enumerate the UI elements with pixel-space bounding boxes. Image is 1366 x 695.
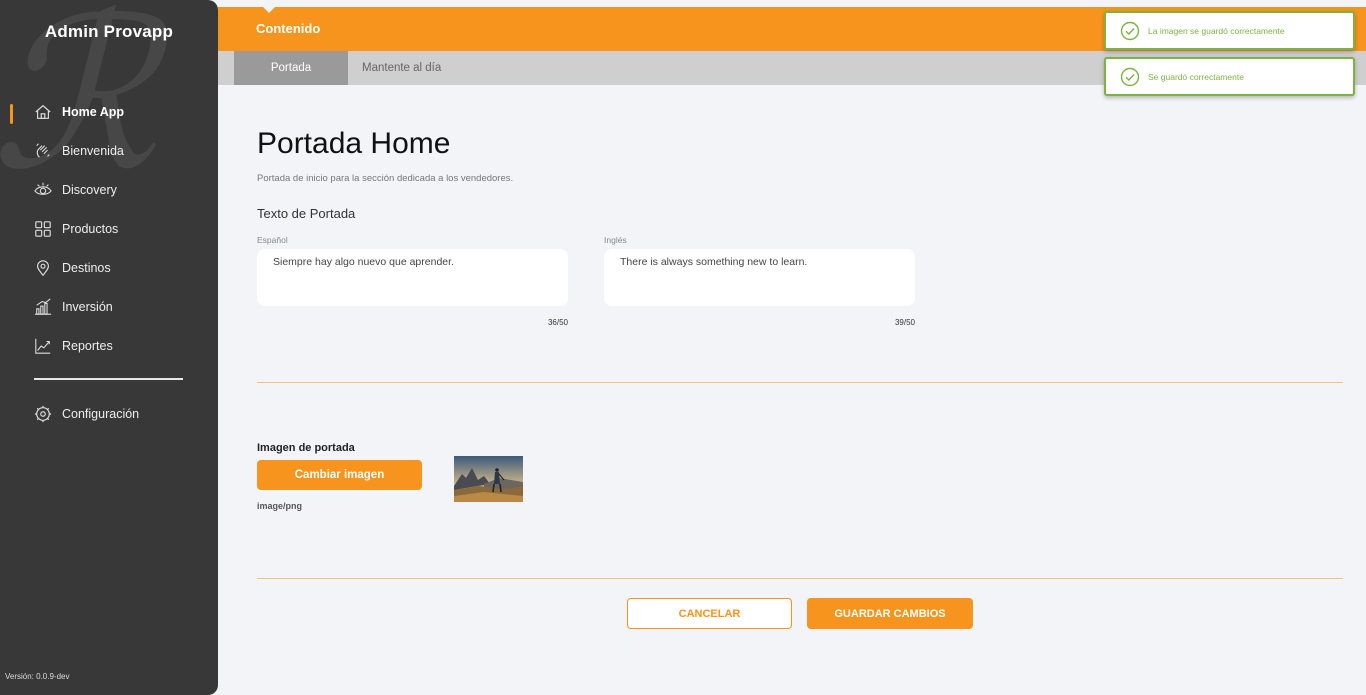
section-label: Texto de Portada <box>257 206 356 221</box>
sidebar-item-label: Productos <box>62 222 119 236</box>
sidebar-divider <box>34 378 183 380</box>
divider <box>257 578 1343 579</box>
cover-image-thumbnail <box>454 456 523 502</box>
header-title: Contenido <box>256 21 321 36</box>
spanish-text-field[interactable]: Siempre hay algo nuevo que aprender. <box>257 249 568 306</box>
sidebar-item-reportes[interactable]: Reportes <box>34 334 113 358</box>
change-image-button[interactable]: Cambiar imagen <box>257 460 422 490</box>
grid-icon <box>35 221 51 237</box>
divider <box>257 382 1343 383</box>
sidebar: ℛ Admin Provapp Home App Bienvenida Disc… <box>0 0 218 695</box>
sidebar-item-label: Inversión <box>62 300 113 314</box>
sidebar-item-productos[interactable]: Productos <box>34 217 118 241</box>
home-icon <box>35 104 51 119</box>
active-indicator <box>10 104 13 124</box>
tab-portada[interactable]: Portada <box>234 51 348 85</box>
sidebar-item-destinos[interactable]: Destinos <box>34 256 111 280</box>
eye-icon <box>34 182 52 195</box>
check-circle-icon <box>1120 21 1140 40</box>
image-mime-type: image/png <box>257 501 303 511</box>
toast-success: Se guardó correctamente <box>1104 57 1355 96</box>
toast-message: Se guardó correctamente <box>1148 71 1244 82</box>
sidebar-item-label: Reportes <box>62 339 113 353</box>
save-changes-button[interactable]: GUARDAR CAMBIOS <box>807 598 973 629</box>
tab-mantente-al-dia[interactable]: Mantente al día <box>362 51 441 85</box>
field-label-espanol: Español <box>257 235 288 245</box>
english-text-field[interactable]: There is always something new to learn. <box>604 249 915 306</box>
brand-title: Admin Provapp <box>44 22 174 41</box>
check-circle-icon <box>1120 67 1140 86</box>
trend-chart-icon <box>35 338 51 354</box>
sidebar-item-label: Configuración <box>62 407 140 421</box>
bar-chart-icon <box>34 298 52 315</box>
page-title: Portada Home <box>257 127 451 160</box>
version-label: Versión: 0.0.9-dev <box>5 672 70 681</box>
sidebar-item-discovery[interactable]: Discovery <box>34 178 117 202</box>
spanish-char-counter: 36/50 <box>547 318 568 327</box>
header-notch <box>263 7 275 13</box>
sidebar-item-configuracion[interactable]: Configuración <box>34 402 139 426</box>
page-subtitle: Portada de inicio para la sección dedica… <box>257 173 514 184</box>
field-label-ingles: Inglés <box>604 235 627 245</box>
sidebar-item-label: Destinos <box>62 261 111 275</box>
sidebar-item-inversion[interactable]: Inversión <box>34 295 113 319</box>
cancel-button[interactable]: CANCELAR <box>627 598 792 629</box>
toast-success: La imagen se guardó correctamente <box>1104 11 1355 50</box>
sidebar-item-bienvenida[interactable]: Bienvenida <box>34 139 124 163</box>
image-label: Imagen de portada <box>257 442 355 454</box>
sidebar-item-label: Home App <box>62 105 125 119</box>
english-char-counter: 39/50 <box>894 318 915 327</box>
sidebar-item-label: Discovery <box>62 183 117 197</box>
sidebar-item-label: Bienvenida <box>62 144 124 158</box>
toast-message: La imagen se guardó correctamente <box>1148 25 1285 36</box>
sidebar-item-home-app[interactable]: Home App <box>34 100 124 124</box>
gear-icon <box>34 405 52 423</box>
location-pin-icon <box>37 260 49 277</box>
waving-hand-icon <box>36 143 50 158</box>
